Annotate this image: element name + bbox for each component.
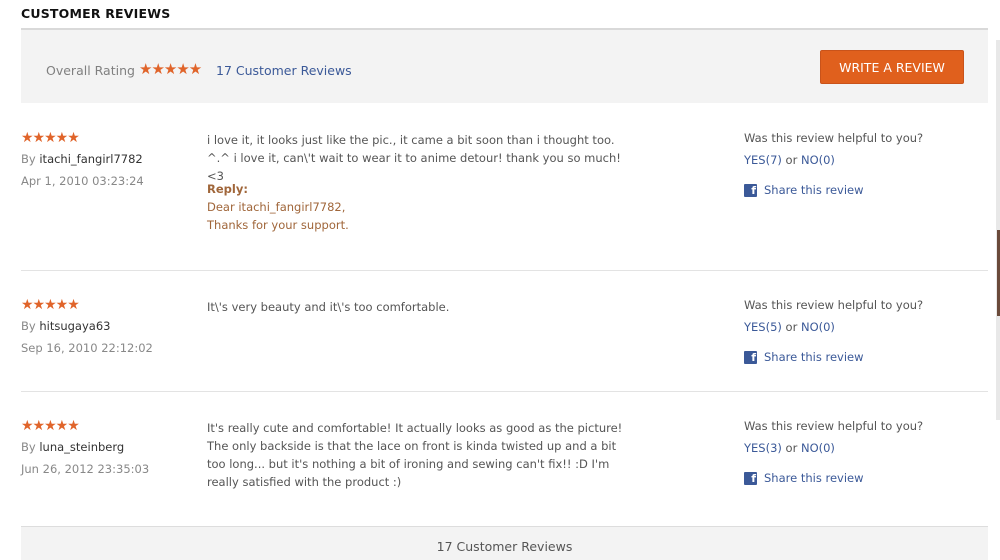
review-author: hitsugaya63 — [39, 319, 111, 333]
reply-line: Thanks for your support. — [207, 218, 349, 232]
footer-review-count: 17 Customer Reviews — [436, 539, 573, 554]
share-review-link[interactable]: f Share this review — [744, 350, 864, 364]
seller-reply: Reply: Dear itachi_fangirl7782, Thanks f… — [207, 180, 637, 234]
reply-line: Dear itachi_fangirl7782, — [207, 200, 346, 214]
helpful-question: Was this review helpful to you? — [744, 419, 924, 433]
vote-or-text: or — [785, 441, 798, 455]
scrollbar-track[interactable] — [996, 40, 1000, 420]
review-divider — [21, 391, 988, 392]
by-label: By — [21, 319, 36, 333]
helpful-question: Was this review helpful to you? — [744, 298, 924, 312]
overall-rating-label: Overall Rating — [46, 63, 135, 78]
review-item: ★★★★★ By hitsugaya63 Sep 16, 2010 22:12:… — [21, 297, 988, 392]
review-author: luna_steinberg — [39, 440, 125, 454]
by-label: By — [21, 152, 36, 166]
share-review-link[interactable]: f Share this review — [744, 471, 864, 485]
review-date: Apr 1, 2010 03:23:24 — [21, 174, 144, 188]
share-review-link[interactable]: f Share this review — [744, 183, 864, 197]
review-divider — [21, 270, 988, 271]
share-label: Share this review — [764, 471, 864, 485]
facebook-icon: f — [744, 471, 757, 485]
helpful-votes: YES(7) or NO(0) — [744, 153, 835, 167]
review-text: It's really cute and comfortable! It act… — [207, 421, 623, 489]
helpful-votes: YES(3) or NO(0) — [744, 441, 835, 455]
reply-label: Reply: — [207, 182, 248, 196]
facebook-icon: f — [744, 350, 757, 364]
review-author-line: By luna_steinberg — [21, 440, 124, 454]
review-author: itachi_fangirl7782 — [39, 152, 143, 166]
vote-no-link[interactable]: NO(0) — [801, 441, 835, 455]
by-label: By — [21, 440, 36, 454]
helpful-question: Was this review helpful to you? — [744, 131, 924, 145]
review-text: i love it, it looks just like the pic., … — [207, 133, 621, 183]
share-label: Share this review — [764, 350, 864, 364]
review-author-line: By itachi_fangirl7782 — [21, 152, 143, 166]
helpful-votes: YES(5) or NO(0) — [744, 320, 835, 334]
review-stars: ★★★★★ — [21, 297, 80, 313]
vote-or-text: or — [785, 320, 798, 334]
vote-yes-link[interactable]: YES(7) — [744, 153, 782, 167]
review-item: ★★★★★ By luna_steinberg Jun 26, 2012 23:… — [21, 418, 988, 518]
vote-no-link[interactable]: NO(0) — [801, 153, 835, 167]
vote-yes-link[interactable]: YES(5) — [744, 320, 782, 334]
share-label: Share this review — [764, 183, 864, 197]
customer-reviews-page: CUSTOMER REVIEWS Overall Rating ★★★★★ 17… — [0, 0, 1000, 560]
review-item: ★★★★★ By itachi_fangirl7782 Apr 1, 2010 … — [21, 130, 988, 271]
review-stars: ★★★★★ — [21, 130, 80, 146]
vote-or-text: or — [785, 153, 798, 167]
facebook-icon: f — [744, 183, 757, 197]
rating-summary-bar: Overall Rating ★★★★★ 17 Customer Reviews… — [21, 30, 988, 103]
review-date: Sep 16, 2010 22:12:02 — [21, 341, 153, 355]
overall-rating-stars: ★★★★★ — [139, 60, 202, 78]
review-text: It\'s very beauty and it\'s too comforta… — [207, 300, 450, 314]
reviews-footer: 17 Customer Reviews — [21, 526, 988, 560]
vote-no-link[interactable]: NO(0) — [801, 320, 835, 334]
review-author-line: By hitsugaya63 — [21, 319, 110, 333]
vote-yes-link[interactable]: YES(3) — [744, 441, 782, 455]
review-count-link[interactable]: 17 Customer Reviews — [216, 63, 352, 78]
review-stars: ★★★★★ — [21, 418, 80, 434]
section-title: CUSTOMER REVIEWS — [21, 6, 171, 21]
review-date: Jun 26, 2012 23:35:03 — [21, 462, 150, 476]
write-review-button[interactable]: WRITE A REVIEW — [820, 50, 964, 84]
